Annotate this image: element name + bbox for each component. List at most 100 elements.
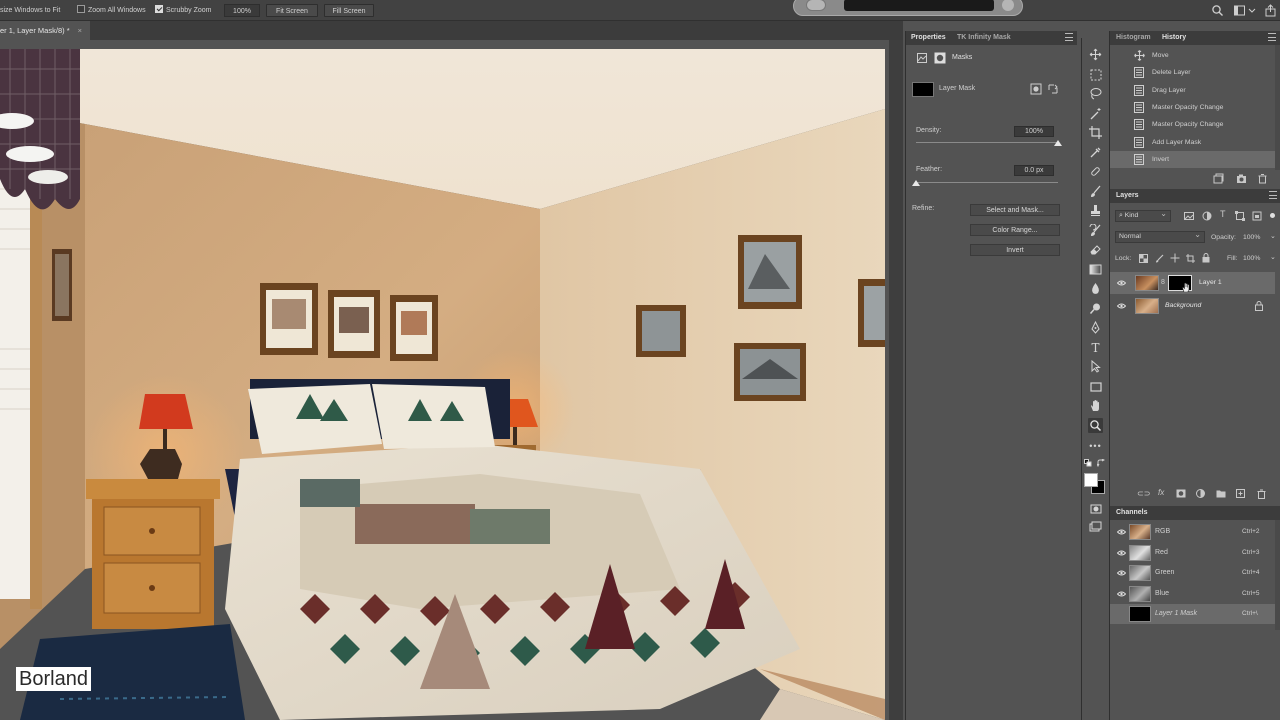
- history-state[interactable]: Delete Layer: [1110, 64, 1275, 81]
- link-layers-icon[interactable]: ⊂⊃: [1137, 489, 1150, 498]
- tab-properties[interactable]: Properties: [911, 31, 946, 45]
- visibility-eye-icon[interactable]: [1116, 570, 1127, 576]
- close-icon[interactable]: ×: [78, 26, 82, 35]
- marquee-tool-icon[interactable]: [1088, 67, 1103, 82]
- eyedropper-icon[interactable]: [1088, 145, 1103, 160]
- screen-mode-icon[interactable]: [1088, 520, 1103, 535]
- resize-windows-option[interactable]: size Windows to Fit: [0, 4, 60, 17]
- channel-row[interactable]: Red Ctrl+3: [1110, 543, 1275, 563]
- history-menu-icon[interactable]: [1268, 33, 1276, 41]
- screen-mode-left-knob[interactable]: [806, 0, 826, 11]
- add-mask-icon[interactable]: [1176, 489, 1186, 500]
- smart-object-filter-icon[interactable]: [1252, 211, 1262, 223]
- magic-wand-icon[interactable]: [1088, 106, 1103, 121]
- screen-mode-right-knob[interactable]: [1002, 0, 1014, 11]
- density-value[interactable]: 100%: [1014, 126, 1054, 137]
- eraser-icon[interactable]: [1088, 242, 1103, 257]
- tab-tk-infinity-mask[interactable]: TK Infinity Mask: [957, 31, 1011, 45]
- quick-mask-icon[interactable]: [1088, 501, 1103, 516]
- new-group-icon[interactable]: [1216, 489, 1226, 500]
- density-slider-track[interactable]: [916, 142, 1058, 143]
- fill-dropdown-icon[interactable]: ⌄: [1270, 253, 1276, 261]
- history-state[interactable]: Invert: [1110, 150, 1275, 168]
- swap-colors-icon[interactable]: [1096, 458, 1106, 469]
- type-tool-icon[interactable]: T: [1088, 340, 1103, 355]
- layer-name[interactable]: Background: [1165, 302, 1201, 309]
- visibility-eye-icon[interactable]: [1116, 280, 1127, 286]
- clone-stamp-icon[interactable]: [1088, 203, 1103, 218]
- lasso-tool-icon[interactable]: [1088, 86, 1103, 101]
- visibility-eye-icon[interactable]: [1116, 550, 1127, 556]
- fx-icon[interactable]: fx: [1158, 488, 1164, 497]
- canvas-area[interactable]: Borland: [0, 40, 903, 720]
- crop-tool-icon[interactable]: [1088, 125, 1103, 140]
- history-state[interactable]: Master Opacity Change: [1110, 116, 1275, 133]
- layer-row-layer-1[interactable]: 8 Layer 1: [1110, 272, 1275, 294]
- channel-row[interactable]: Blue Ctrl+5: [1110, 584, 1275, 604]
- lock-position-icon[interactable]: [1170, 253, 1180, 265]
- channel-row[interactable]: RGB Ctrl+2: [1110, 522, 1275, 542]
- background-thumbnail[interactable]: [1135, 298, 1159, 314]
- default-colors-icon[interactable]: [1084, 459, 1092, 469]
- channel-row[interactable]: Green Ctrl+4: [1110, 563, 1275, 583]
- channel-thumbnail[interactable]: [1129, 585, 1151, 602]
- adjustment-filter-icon[interactable]: [1202, 211, 1212, 223]
- shape-filter-icon[interactable]: [1235, 211, 1245, 223]
- pixel-mask-icon[interactable]: [917, 53, 927, 65]
- panel-menu-icon[interactable]: [1065, 33, 1073, 41]
- history-state[interactable]: Drag Layer: [1110, 82, 1275, 99]
- channel-thumbnail[interactable]: [1129, 606, 1151, 622]
- select-mask-icon[interactable]: [1030, 83, 1042, 97]
- vector-mask-icon[interactable]: [934, 52, 946, 66]
- adjustment-layer-icon[interactable]: [1196, 489, 1205, 500]
- opacity-value[interactable]: 100%: [1243, 234, 1260, 241]
- zoom-tool-icon[interactable]: [1088, 418, 1103, 433]
- density-slider-thumb[interactable]: [1054, 140, 1062, 146]
- feather-value[interactable]: 0.0 px: [1014, 165, 1054, 176]
- select-and-mask-button[interactable]: Select and Mask...: [970, 204, 1060, 216]
- scrubby-zoom-option[interactable]: Scrubby Zoom: [155, 4, 212, 17]
- new-layer-icon[interactable]: [1236, 489, 1245, 500]
- more-tools-icon[interactable]: •••: [1088, 438, 1103, 453]
- lock-all-icon[interactable]: [1202, 253, 1210, 265]
- visibility-eye-icon[interactable]: [1116, 591, 1127, 597]
- layer-1-thumbnail[interactable]: [1135, 275, 1159, 291]
- delete-state-icon[interactable]: [1257, 173, 1268, 186]
- fill-screen-button[interactable]: Fill Screen: [324, 4, 374, 17]
- share-icon[interactable]: [1264, 4, 1277, 17]
- zoom-all-windows-option[interactable]: Zoom All Windows: [77, 4, 146, 17]
- dodge-tool-icon[interactable]: [1088, 301, 1103, 316]
- workspace-icon[interactable]: [1233, 4, 1246, 17]
- feather-slider-thumb[interactable]: [912, 180, 920, 186]
- vertical-scrollbar[interactable]: [889, 40, 903, 720]
- pen-tool-icon[interactable]: [1088, 320, 1103, 335]
- lock-pixels-icon[interactable]: [1155, 254, 1164, 265]
- history-state[interactable]: Master Opacity Change: [1110, 99, 1275, 116]
- pixel-filter-icon[interactable]: [1184, 211, 1194, 223]
- fill-value[interactable]: 100%: [1243, 255, 1260, 262]
- history-scrollbar[interactable]: [1275, 45, 1280, 170]
- screen-mode-control[interactable]: [793, 0, 1023, 16]
- move-tool-icon[interactable]: [1088, 47, 1103, 62]
- tab-history[interactable]: History: [1162, 31, 1186, 45]
- workspace-dropdown-icon[interactable]: [1248, 4, 1256, 17]
- channel-thumbnail[interactable]: [1129, 524, 1151, 540]
- layer-filter-dropdown[interactable]: ⌕ Kind: [1115, 209, 1171, 222]
- history-state[interactable]: Add Layer Mask: [1110, 134, 1275, 151]
- zoom-all-checkbox[interactable]: [77, 5, 85, 13]
- scrubby-zoom-checkbox[interactable]: [155, 5, 163, 13]
- channels-scrollbar[interactable]: [1275, 520, 1280, 630]
- document-tab[interactable]: er 1, Layer Mask/8) * ×: [0, 21, 90, 40]
- hand-tool-icon[interactable]: [1088, 398, 1103, 413]
- new-document-from-state-icon[interactable]: [1213, 173, 1224, 186]
- lock-artboard-icon[interactable]: [1186, 254, 1195, 265]
- gradient-tool-icon[interactable]: [1088, 262, 1103, 277]
- visibility-eye-icon[interactable]: [1116, 529, 1127, 535]
- path-selection-icon[interactable]: [1088, 359, 1103, 374]
- type-filter-icon[interactable]: T: [1220, 209, 1226, 219]
- fit-screen-button[interactable]: Fit Screen: [266, 4, 318, 17]
- delete-layer-icon[interactable]: [1257, 489, 1266, 501]
- lock-transparent-icon[interactable]: [1139, 254, 1148, 265]
- color-range-button[interactable]: Color Range...: [970, 224, 1060, 236]
- feather-slider-track[interactable]: [916, 182, 1058, 183]
